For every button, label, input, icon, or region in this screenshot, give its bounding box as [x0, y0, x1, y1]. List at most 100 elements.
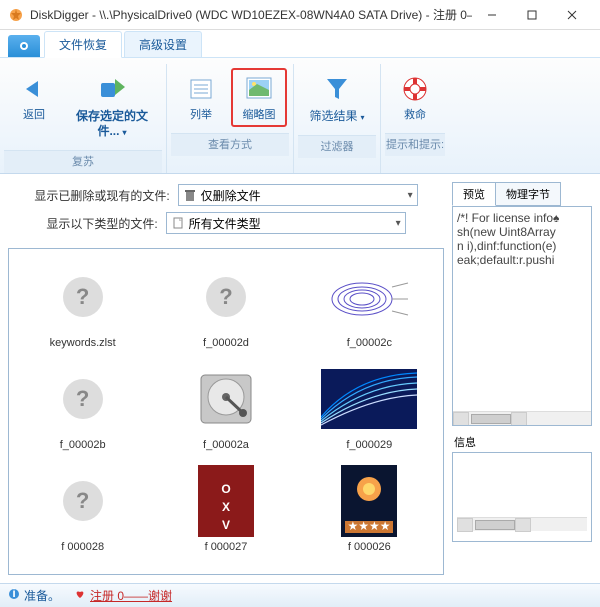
thumbnail-name: f 000026	[304, 541, 435, 553]
chevron-down-icon: ▾	[396, 218, 401, 229]
thumbnail-image: OXV	[178, 465, 274, 537]
statusbar: i 准备。 注册 0——谢谢	[0, 583, 600, 607]
list-label: 列举	[190, 109, 212, 122]
thumbnail-item[interactable]: OXVf 000027	[156, 461, 295, 557]
info-scrollbar[interactable]	[457, 517, 587, 531]
heart-icon	[74, 588, 86, 603]
ribbon-group-view: 列举 缩略图 查看方式	[167, 64, 294, 173]
side-tabs: 预览 物理字节	[452, 182, 592, 206]
ribbon-group-recover-label: 复苏	[4, 150, 162, 173]
info-icon: i	[8, 588, 20, 603]
svg-text:O: O	[221, 482, 230, 496]
body-area: 显示已删除或现有的文件: 仅删除文件 ▾ 显示以下类型的文件: 所有文件类型 ▾…	[0, 174, 600, 583]
thumbnail-image: ?	[35, 465, 131, 537]
show-types-value: 所有文件类型	[189, 215, 392, 232]
tab-bytes[interactable]: 物理字节	[495, 182, 561, 206]
back-label: 返回	[23, 109, 45, 122]
app-icon	[8, 7, 24, 23]
svg-text:i: i	[12, 588, 15, 600]
thumbnail-name: f 000027	[160, 541, 291, 553]
thumbnail-view-button[interactable]: 缩略图	[231, 68, 287, 127]
ribbon-group-filter: 筛选结果 ▾ 过滤器	[294, 64, 381, 173]
ribbon-group-view-label: 查看方式	[171, 133, 289, 156]
thumbnail-item[interactable]: f_00002c	[300, 257, 439, 353]
picture-icon	[243, 73, 275, 105]
right-column: 预览 物理字节 /*! For license info♠ sh(new Uin…	[452, 182, 592, 575]
thumbnail-item[interactable]: ? f 000028	[13, 461, 152, 557]
ribbon-group-recover: 返回 保存选定的文件... ▾ 复苏	[0, 64, 167, 173]
filter-results-button[interactable]: 筛选结果 ▾	[300, 68, 374, 129]
tab-advanced[interactable]: 高级设置	[124, 31, 202, 57]
close-button[interactable]	[552, 1, 592, 29]
left-column: 显示已删除或现有的文件: 仅删除文件 ▾ 显示以下类型的文件: 所有文件类型 ▾…	[8, 182, 444, 575]
filter-results-label: 筛选结果	[309, 109, 357, 123]
thumbnail-name: f_000029	[304, 439, 435, 451]
thumbnail-image: ?	[178, 261, 274, 333]
help-label: 救命	[404, 109, 426, 122]
show-deleted-combo[interactable]: 仅删除文件 ▾	[178, 184, 418, 206]
menu-button[interactable]	[8, 35, 40, 57]
thumbnail-name: f_00002c	[304, 337, 435, 349]
list-icon	[185, 73, 217, 105]
thumbnails-label: 缩略图	[243, 109, 276, 122]
lifebuoy-icon	[399, 73, 431, 105]
window-title: DiskDigger - \\.\PhysicalDrive0 (WDC WD1…	[30, 6, 472, 23]
preview-scrollbar[interactable]	[453, 411, 591, 425]
tab-file-recovery[interactable]: 文件恢复	[44, 31, 122, 58]
chevron-down-icon: ▾	[408, 190, 413, 201]
svg-text:X: X	[222, 500, 230, 514]
show-deleted-label: 显示已删除或现有的文件:	[34, 187, 169, 204]
funnel-icon	[321, 73, 353, 105]
thumbnail-name: f_00002d	[160, 337, 291, 349]
thumbnail-name: f_00002a	[160, 439, 291, 451]
tab-preview[interactable]: 预览	[452, 182, 496, 206]
ribbon-group-help: 救命 提示和提示:	[381, 64, 449, 173]
thumbnail-image: ?	[35, 363, 131, 435]
tabstrip: 文件恢复 高级设置	[0, 30, 600, 58]
thumbnail-name: f_00002b	[17, 439, 148, 451]
back-button[interactable]: 返回	[6, 68, 62, 144]
thumbnail-image	[321, 261, 417, 333]
svg-text:V: V	[222, 518, 230, 532]
save-selected-label: 保存选定的文件...	[76, 109, 148, 138]
thumbnail-item[interactable]: ? f_00002d	[156, 257, 295, 353]
show-types-label: 显示以下类型的文件:	[46, 215, 157, 232]
thumbnail-name: keywords.zlst	[17, 337, 148, 349]
filter-rows: 显示已删除或现有的文件: 仅删除文件 ▾ 显示以下类型的文件: 所有文件类型 ▾	[8, 182, 444, 248]
preview-box: /*! For license info♠ sh(new Uint8Array …	[452, 206, 592, 426]
thumbnail-panel[interactable]: ? keywords.zlst? f_00002d f_00002c? f_00002b…	[8, 248, 444, 575]
thumbnail-item[interactable]: f_00002a	[156, 359, 295, 455]
save-icon	[96, 73, 128, 105]
show-types-combo[interactable]: 所有文件类型 ▾	[166, 212, 406, 234]
back-icon	[18, 73, 50, 105]
ribbon-group-filter-label: 过滤器	[298, 135, 376, 158]
preview-text: /*! For license info♠ sh(new Uint8Array …	[457, 211, 587, 283]
trash-icon	[183, 188, 197, 202]
thumbnail-item[interactable]: ? keywords.zlst	[13, 257, 152, 353]
thumbnail-item[interactable]: ? f_00002b	[13, 359, 152, 455]
ribbon: 返回 保存选定的文件... ▾ 复苏 列举 缩略图	[0, 58, 600, 174]
help-button[interactable]: 救命	[387, 68, 443, 127]
info-label: 信息	[452, 432, 592, 452]
thumbnail-image: ★★★★	[321, 465, 417, 537]
save-selected-button[interactable]: 保存选定的文件... ▾	[64, 68, 160, 144]
status-register[interactable]: 注册 0——谢谢	[74, 587, 172, 604]
thumbnail-image	[178, 363, 274, 435]
thumbnail-name: f 000028	[17, 541, 148, 553]
info-box	[452, 452, 592, 542]
show-deleted-value: 仅删除文件	[201, 187, 404, 204]
maximize-button[interactable]	[512, 1, 552, 29]
thumbnail-item[interactable]: f_000029	[300, 359, 439, 455]
titlebar: DiskDigger - \\.\PhysicalDrive0 (WDC WD1…	[0, 0, 600, 30]
status-ready-text: 准备。	[24, 587, 60, 604]
status-register-text: 注册 0——谢谢	[90, 587, 172, 604]
ribbon-group-help-label: 提示和提示:	[385, 133, 445, 156]
thumbnail-image	[321, 363, 417, 435]
list-view-button[interactable]: 列举	[173, 68, 229, 127]
minimize-button[interactable]	[472, 1, 512, 29]
thumbnail-image: ?	[35, 261, 131, 333]
file-icon	[171, 216, 185, 230]
svg-text:★★★★: ★★★★	[348, 519, 391, 533]
thumbnail-item[interactable]: ★★★★ f 000026	[300, 461, 439, 557]
status-ready: i 准备。	[8, 587, 60, 604]
